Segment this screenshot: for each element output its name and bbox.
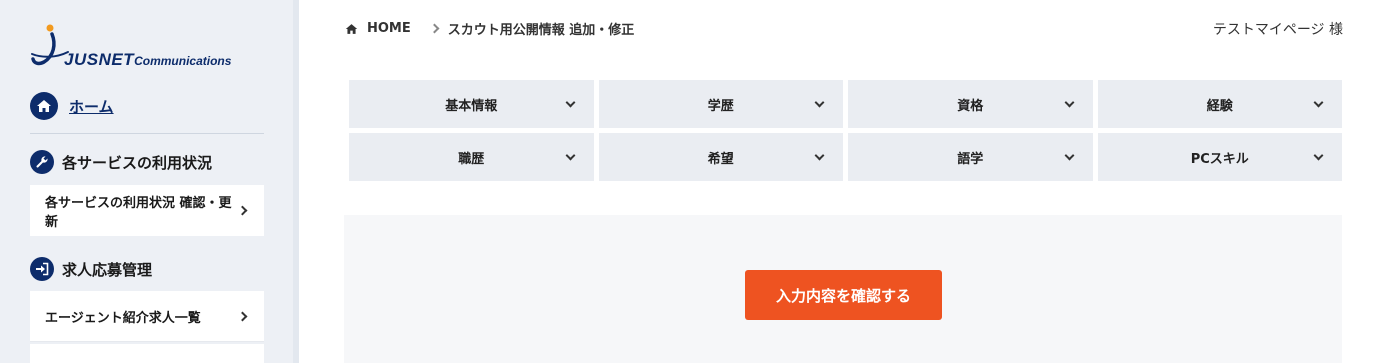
- tab-label: 基本情報: [445, 98, 498, 114]
- breadcrumb-home-link[interactable]: HOME: [367, 21, 411, 36]
- tab-label: 学歴: [707, 98, 734, 114]
- sidebar-item-label: エージェント紹介求人一覧: [45, 310, 201, 326]
- tab-label: 希望: [707, 151, 734, 167]
- tab-qualifications[interactable]: 資格: [848, 80, 1093, 128]
- sidebar-item-label: 各サービスの利用状況 確認・更新: [45, 195, 232, 230]
- breadcrumb: HOME スカウト用公開情報 追加・修正: [345, 19, 634, 38]
- section-tabs: 基本情報 学歴 資格 経験 職歴 希望 語学 PCスキル: [349, 80, 1343, 181]
- logo-brand-sub: Communications: [134, 54, 232, 68]
- tab-pc-skills[interactable]: PCスキル: [1097, 133, 1342, 181]
- tab-education[interactable]: 学歴: [598, 80, 843, 128]
- tab-label: 経験: [1206, 98, 1233, 114]
- tab-languages[interactable]: 語学: [848, 133, 1093, 181]
- sidebar: JUSNETCommunications ホーム 各サービスの利用状況 各サービ…: [0, 0, 299, 363]
- sidebar-item-next[interactable]: [30, 344, 264, 363]
- tab-label: 資格: [957, 98, 984, 114]
- chevron-down-icon: [565, 97, 575, 108]
- sidebar-section-label: 各サービスの利用状況: [62, 153, 213, 172]
- chevron-down-icon: [1064, 97, 1074, 108]
- chevron-down-icon: [814, 97, 825, 108]
- user-name: テストマイページ 様: [1212, 22, 1343, 38]
- sidebar-item-agent-job-list[interactable]: エージェント紹介求人一覧: [30, 291, 264, 342]
- home-icon: [30, 92, 58, 120]
- tab-experience[interactable]: 経験: [1097, 80, 1342, 128]
- chevron-down-icon: [565, 150, 575, 161]
- chevron-down-icon: [1064, 150, 1074, 161]
- sidebar-item-home[interactable]: ホーム: [30, 92, 264, 134]
- sidebar-section-label: 求人応募管理: [62, 260, 153, 279]
- chevron-down-icon: [1313, 97, 1324, 108]
- company-logo[interactable]: JUSNETCommunications: [30, 22, 270, 74]
- tab-work-history[interactable]: 職歴: [349, 133, 594, 181]
- confirm-panel: 入力内容を確認する: [344, 215, 1342, 363]
- logo-brand-main: JUSNET: [64, 50, 135, 69]
- logo-wordmark: JUSNETCommunications: [64, 50, 231, 70]
- tab-basic-info[interactable]: 基本情報: [349, 80, 594, 128]
- breadcrumb-current: スカウト用公開情報 追加・修正: [447, 23, 635, 38]
- chevron-right-icon: [429, 23, 440, 34]
- sidebar-section-service-status: 各サービスの利用状況: [30, 150, 212, 174]
- chevron-down-icon: [814, 150, 825, 161]
- chevron-right-icon: [237, 311, 248, 321]
- sidebar-section-job-applications: 求人応募管理: [30, 257, 152, 281]
- sidebar-item-home-label[interactable]: ホーム: [69, 96, 114, 117]
- tab-label: PCスキル: [1190, 151, 1249, 167]
- tab-preferences[interactable]: 希望: [598, 133, 843, 181]
- tab-label: 職歴: [458, 151, 485, 167]
- chevron-down-icon: [1313, 150, 1324, 161]
- confirm-input-button[interactable]: 入力内容を確認する: [745, 270, 942, 320]
- tab-label: 語学: [957, 151, 984, 167]
- sidebar-item-service-status-update[interactable]: 各サービスの利用状況 確認・更新: [30, 185, 264, 236]
- wrench-icon: [30, 150, 54, 174]
- sign-in-icon: [30, 257, 54, 281]
- home-icon: [345, 23, 358, 34]
